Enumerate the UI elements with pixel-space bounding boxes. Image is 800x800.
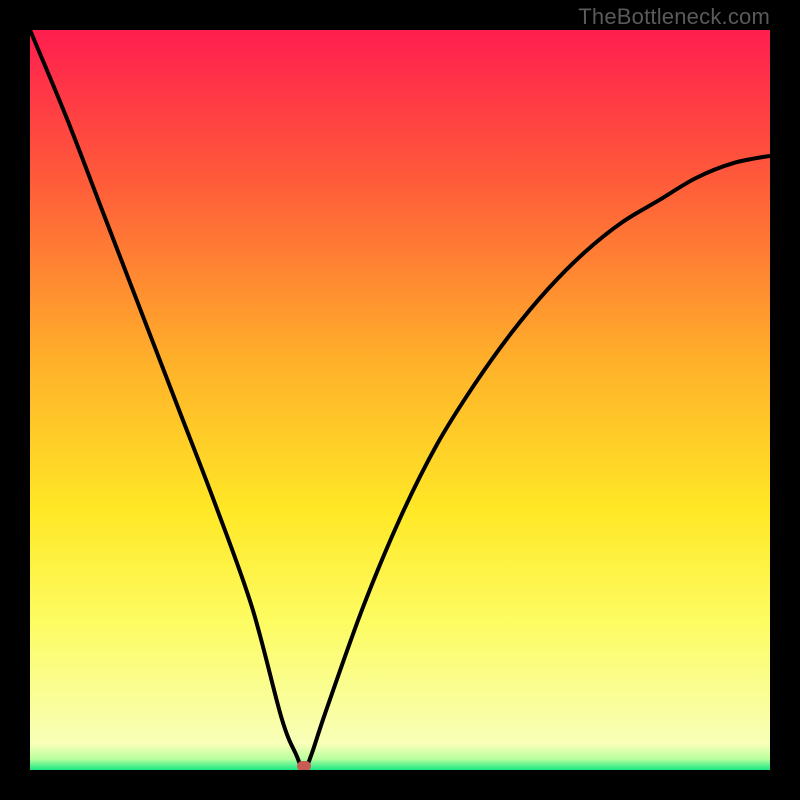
watermark-text: TheBottleneck.com xyxy=(578,4,770,30)
curve-minimum-marker xyxy=(297,761,311,770)
chart-frame: TheBottleneck.com xyxy=(0,0,800,800)
bottleneck-curve xyxy=(30,30,770,770)
plot-area xyxy=(30,30,770,770)
